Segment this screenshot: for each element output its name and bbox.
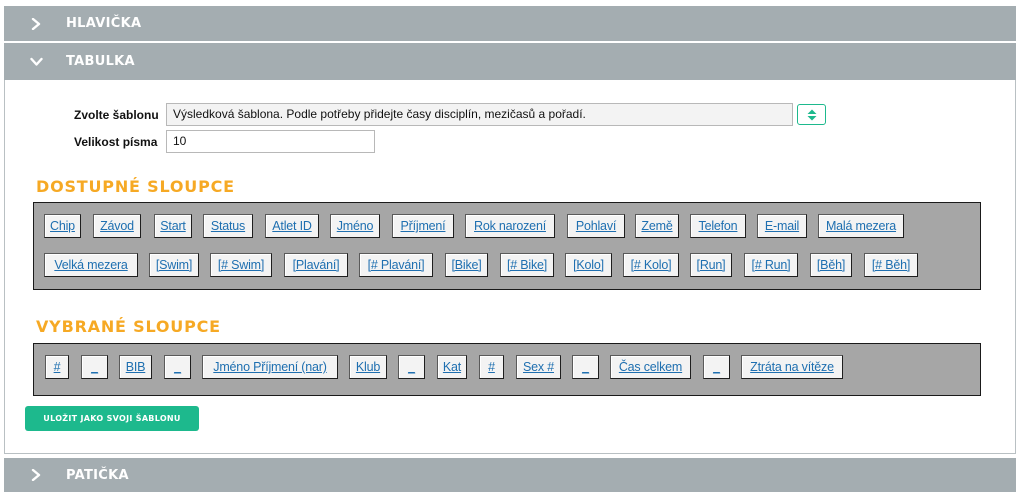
column-chip[interactable]: [Běh]: [810, 253, 852, 277]
section-title: HLAVIČKA: [66, 16, 142, 31]
column-chip[interactable]: Rok narození: [465, 214, 555, 238]
section-title: TABULKA: [66, 54, 135, 69]
column-chip[interactable]: E-mail: [757, 214, 807, 238]
column-chip[interactable]: [# Plavání]: [359, 253, 433, 277]
font-size-label: Velikost písma: [74, 135, 158, 149]
selected-chip[interactable]: _: [703, 355, 730, 379]
selected-chip[interactable]: #: [45, 355, 69, 379]
template-select[interactable]: Výsledková šablona. Podle potřeby přidej…: [166, 103, 793, 126]
selected-columns-title: VYBRANÉ SLOUPCE: [36, 317, 221, 336]
column-chip[interactable]: Telefon: [690, 214, 746, 238]
selected-chip[interactable]: Jméno Příjmení (nar): [202, 355, 338, 379]
selected-chip[interactable]: _: [164, 355, 191, 379]
selected-chip[interactable]: Sex #: [516, 355, 561, 379]
column-chip[interactable]: Atlet ID: [265, 214, 319, 238]
available-columns-title: DOSTUPNÉ SLOUPCE: [36, 177, 235, 196]
column-chip[interactable]: Status: [203, 214, 253, 238]
selected-chip[interactable]: #: [479, 355, 504, 379]
selected-chip[interactable]: BIB: [119, 355, 152, 379]
chevron-down-icon: [28, 57, 44, 67]
font-size-input[interactable]: 10: [166, 130, 375, 153]
chevron-right-icon: [28, 17, 44, 30]
column-chip[interactable]: [Swim]: [149, 253, 199, 277]
column-chip[interactable]: Jméno: [330, 214, 380, 238]
selected-chip[interactable]: Ztráta na vítěze: [741, 355, 843, 379]
column-chip[interactable]: [# Run]: [744, 253, 798, 277]
section-table-toggle[interactable]: TABULKA: [4, 43, 1016, 80]
save-as-template-button[interactable]: ULOŽIT JAKO SVOJI ŠABLONU: [25, 406, 199, 431]
up-down-arrows-icon: [807, 109, 816, 120]
column-chip[interactable]: [# Kolo]: [623, 253, 679, 277]
section-title: PATIČKA: [66, 467, 129, 483]
selected-chip[interactable]: _: [572, 355, 599, 379]
column-chip[interactable]: Závod: [93, 214, 141, 238]
selected-chip[interactable]: Čas celkem: [610, 355, 691, 379]
selected-chip[interactable]: _: [398, 355, 425, 379]
column-chip[interactable]: [# Swim]: [210, 253, 272, 277]
column-chip[interactable]: Start: [154, 214, 192, 238]
section-header-toggle[interactable]: HLAVIČKA: [4, 6, 1016, 41]
column-chip[interactable]: Malá mezera: [818, 214, 904, 238]
column-chip[interactable]: [Bike]: [445, 253, 488, 277]
section-footer-toggle[interactable]: PATIČKA: [4, 458, 1016, 492]
column-chip[interactable]: [# Bike]: [500, 253, 554, 277]
column-chip[interactable]: Země: [635, 214, 679, 238]
column-chip[interactable]: Chip: [44, 214, 81, 238]
column-chip[interactable]: [Kolo]: [565, 253, 612, 277]
selected-chip[interactable]: _: [81, 355, 108, 379]
column-chip[interactable]: Příjmení: [392, 214, 454, 238]
column-chip[interactable]: [# Běh]: [864, 253, 918, 277]
template-label: Zvolte šablonu: [74, 108, 159, 122]
column-chip[interactable]: Pohlaví: [567, 214, 625, 238]
chevron-right-icon: [28, 469, 44, 481]
column-chip[interactable]: [Run]: [690, 253, 732, 277]
template-stepper[interactable]: [797, 104, 826, 125]
column-chip[interactable]: [Plavání]: [284, 253, 348, 277]
selected-chip[interactable]: Klub: [349, 355, 387, 379]
column-chip[interactable]: Velká mezera: [44, 253, 138, 277]
selected-chip[interactable]: Kat: [437, 355, 467, 379]
